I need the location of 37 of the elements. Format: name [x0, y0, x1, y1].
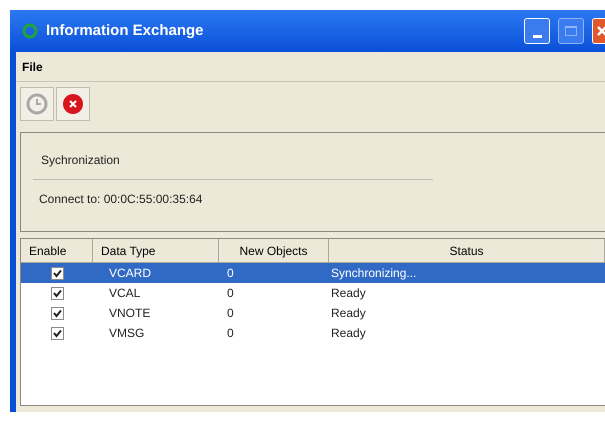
- list-row[interactable]: VCAL 0 Ready: [21, 283, 605, 303]
- checkmark-icon: [52, 288, 62, 298]
- column-header[interactable]: Data Type: [93, 239, 219, 263]
- data-type-cell-text: VMSG: [108, 325, 146, 342]
- status-cell-text: Ready: [330, 305, 367, 322]
- list-row[interactable]: VMSG 0 Ready: [21, 323, 605, 343]
- window-title: Information Exchange: [46, 20, 205, 41]
- enable-checkbox[interactable]: [50, 306, 64, 320]
- column-header[interactable]: Status: [329, 239, 605, 263]
- stop-button[interactable]: [56, 87, 90, 121]
- new-objects-cell-text: 0: [226, 325, 235, 342]
- data-type-cell-text: VCAL: [108, 285, 142, 302]
- new-objects-cell-text: 0: [226, 305, 235, 322]
- close-button[interactable]: [592, 18, 605, 44]
- checkmark-icon: [52, 268, 62, 278]
- status-cell-text: Ready: [330, 325, 367, 342]
- stop-icon: [62, 93, 84, 115]
- new-objects-cell-text: 0: [226, 285, 235, 302]
- enable-checkbox[interactable]: [50, 266, 64, 280]
- connect-label: Connect to: 00:0C:55:00:35:64: [39, 191, 204, 208]
- new-objects-cell-text: 0: [226, 265, 235, 282]
- list-row[interactable]: VNOTE 0 Ready: [21, 303, 605, 323]
- data-type-cell-text: VCARD: [108, 265, 152, 282]
- close-icon: [596, 26, 605, 36]
- checkmark-icon: [52, 328, 62, 338]
- list-row[interactable]: VCARD 0 Synchronizing...: [21, 263, 605, 283]
- enable-checkbox[interactable]: [50, 286, 64, 300]
- column-header[interactable]: Enable: [21, 239, 93, 263]
- menu-item[interactable]: File: [20, 58, 45, 76]
- enable-checkbox[interactable]: [50, 326, 64, 340]
- data-type-cell-text: VNOTE: [108, 305, 152, 322]
- group-title: Sychronization: [41, 152, 121, 169]
- checkmark-icon: [52, 308, 62, 318]
- status-cell-text: Synchronizing...: [330, 265, 418, 282]
- minimize-button[interactable]: [524, 18, 550, 44]
- status-cell-text: Ready: [330, 285, 367, 302]
- column-header[interactable]: New Objects: [219, 239, 329, 263]
